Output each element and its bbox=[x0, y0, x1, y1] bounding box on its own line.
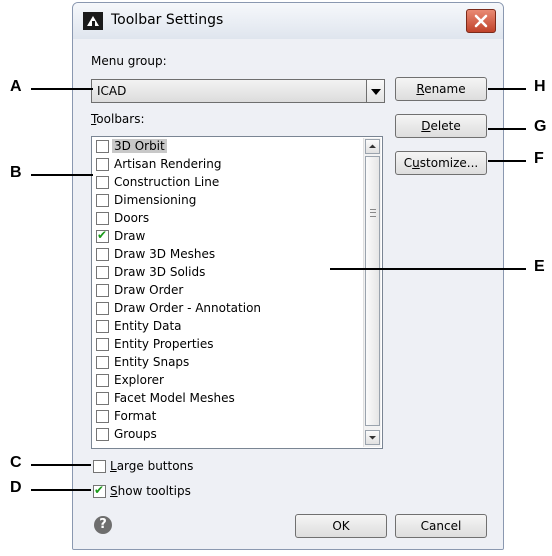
callout-g-line bbox=[488, 128, 526, 130]
toolbar-checkbox[interactable] bbox=[96, 338, 109, 351]
callout-b: B bbox=[10, 164, 22, 181]
close-button[interactable] bbox=[466, 9, 496, 33]
toolbar-checkbox[interactable] bbox=[96, 248, 109, 261]
app-icon bbox=[83, 12, 103, 30]
callout-h: H bbox=[534, 78, 546, 95]
list-item[interactable]: Entity Snaps bbox=[94, 354, 360, 372]
toolbar-checkbox[interactable] bbox=[96, 212, 109, 225]
list-item[interactable]: Construction Line bbox=[94, 174, 360, 192]
list-scrollbar[interactable] bbox=[363, 138, 381, 447]
menu-group-dropdown-icon[interactable] bbox=[366, 79, 385, 103]
toolbar-checkbox[interactable] bbox=[96, 176, 109, 189]
toolbar-checkbox[interactable] bbox=[96, 302, 109, 315]
list-item[interactable]: 3D Orbit bbox=[94, 138, 360, 156]
help-icon[interactable]: ? bbox=[94, 516, 112, 534]
rename-button[interactable]: Rename bbox=[395, 77, 487, 101]
toolbar-checkbox[interactable] bbox=[96, 140, 109, 153]
callout-c: C bbox=[10, 454, 22, 471]
scroll-up-button[interactable] bbox=[365, 139, 380, 154]
toolbar-checkbox[interactable] bbox=[96, 356, 109, 369]
customize-button[interactable]: Customize... bbox=[395, 151, 487, 175]
toolbar-checkbox[interactable] bbox=[96, 410, 109, 423]
toolbar-label: Draw 3D Solids bbox=[114, 265, 206, 279]
list-item[interactable]: Entity Properties bbox=[94, 336, 360, 354]
callout-h-line bbox=[488, 88, 526, 90]
toolbar-label: Entity Data bbox=[114, 319, 182, 333]
toolbar-label: Artisan Rendering bbox=[114, 157, 222, 171]
dialog-content: Menu group: ICAD Toolbars: Groups Format F… bbox=[73, 39, 503, 549]
callout-g: G bbox=[534, 118, 547, 135]
toolbar-label: Entity Properties bbox=[114, 337, 214, 351]
cancel-button[interactable]: Cancel bbox=[395, 514, 487, 538]
toolbar-checkbox[interactable] bbox=[96, 194, 109, 207]
list-item[interactable]: Draw Order - Annotation bbox=[94, 300, 360, 318]
callout-e-line bbox=[330, 268, 526, 270]
list-item[interactable]: Facet Model Meshes bbox=[94, 390, 360, 408]
toolbar-label: Draw 3D Meshes bbox=[114, 247, 216, 261]
toolbar-label: Explorer bbox=[114, 373, 164, 387]
toolbar-checkbox[interactable] bbox=[96, 428, 109, 441]
toolbar-settings-dialog: Toolbar Settings Menu group: ICAD Toolba… bbox=[72, 2, 504, 550]
list-item[interactable]: Doors bbox=[94, 210, 360, 228]
large-buttons-label[interactable]: Large buttons bbox=[110, 459, 193, 473]
callout-b-line bbox=[31, 174, 93, 176]
toolbar-label: Draw Order - Annotation bbox=[114, 301, 262, 315]
toolbars-list[interactable]: Groups Format Facet Model Meshes Explorer En… bbox=[91, 136, 383, 449]
callout-a: A bbox=[10, 78, 22, 95]
scroll-down-button[interactable] bbox=[365, 430, 380, 445]
list-item[interactable]: Artisan Rendering bbox=[94, 156, 360, 174]
delete-button[interactable]: Delete bbox=[395, 114, 487, 138]
toolbar-checkbox[interactable] bbox=[96, 228, 109, 243]
toolbar-checkbox[interactable] bbox=[96, 284, 109, 297]
list-item[interactable]: Draw 3D Meshes bbox=[94, 246, 360, 264]
toolbar-label: Draw Order bbox=[114, 283, 184, 297]
scroll-thumb[interactable] bbox=[365, 156, 380, 426]
toolbar-label: Dimensioning bbox=[114, 193, 197, 207]
show-tooltips-checkbox[interactable] bbox=[93, 483, 106, 498]
toolbar-label: Groups bbox=[114, 427, 157, 441]
callout-d: D bbox=[10, 479, 22, 496]
toolbar-checkbox[interactable] bbox=[96, 158, 109, 171]
callout-f-line bbox=[488, 160, 526, 162]
list-item[interactable]: Dimensioning bbox=[94, 192, 360, 210]
callout-e: E bbox=[534, 258, 545, 275]
toolbar-label: Construction Line bbox=[114, 175, 220, 189]
toolbar-checkbox[interactable] bbox=[96, 266, 109, 279]
toolbar-label: Format bbox=[114, 409, 157, 423]
toolbar-checkbox[interactable] bbox=[96, 392, 109, 405]
menu-group-label: Menu group: bbox=[91, 54, 167, 68]
list-item[interactable]: Explorer bbox=[94, 372, 360, 390]
callout-c-line bbox=[31, 464, 91, 466]
list-item[interactable]: Entity Data bbox=[94, 318, 360, 336]
menu-group-value: ICAD bbox=[97, 84, 127, 98]
toolbar-checkbox[interactable] bbox=[96, 320, 109, 333]
toolbar-label: Doors bbox=[114, 211, 150, 225]
show-tooltips-label[interactable]: Show tooltips bbox=[110, 484, 191, 498]
toolbars-label: Toolbars: bbox=[91, 112, 145, 126]
ok-button[interactable]: OK bbox=[295, 514, 387, 538]
list-item[interactable]: Format bbox=[94, 408, 360, 426]
toolbar-label: Facet Model Meshes bbox=[114, 391, 235, 405]
toolbar-label: Entity Snaps bbox=[114, 355, 190, 369]
callout-a-line bbox=[31, 88, 93, 90]
callout-d-line bbox=[31, 489, 91, 491]
large-buttons-checkbox[interactable] bbox=[93, 460, 106, 473]
toolbar-checkbox[interactable] bbox=[96, 374, 109, 387]
toolbar-label: 3D Orbit bbox=[112, 139, 167, 153]
menu-group-select[interactable]: ICAD bbox=[91, 79, 383, 103]
toolbar-label: Draw bbox=[114, 229, 146, 243]
list-item[interactable]: Groups bbox=[94, 426, 360, 444]
list-item[interactable]: Draw bbox=[94, 228, 360, 246]
title-bar[interactable]: Toolbar Settings bbox=[73, 3, 503, 40]
callout-f: F bbox=[534, 150, 544, 167]
list-item[interactable]: Draw Order bbox=[94, 282, 360, 300]
list-item[interactable]: Draw 3D Solids bbox=[94, 264, 360, 282]
window-title: Toolbar Settings bbox=[111, 12, 224, 28]
